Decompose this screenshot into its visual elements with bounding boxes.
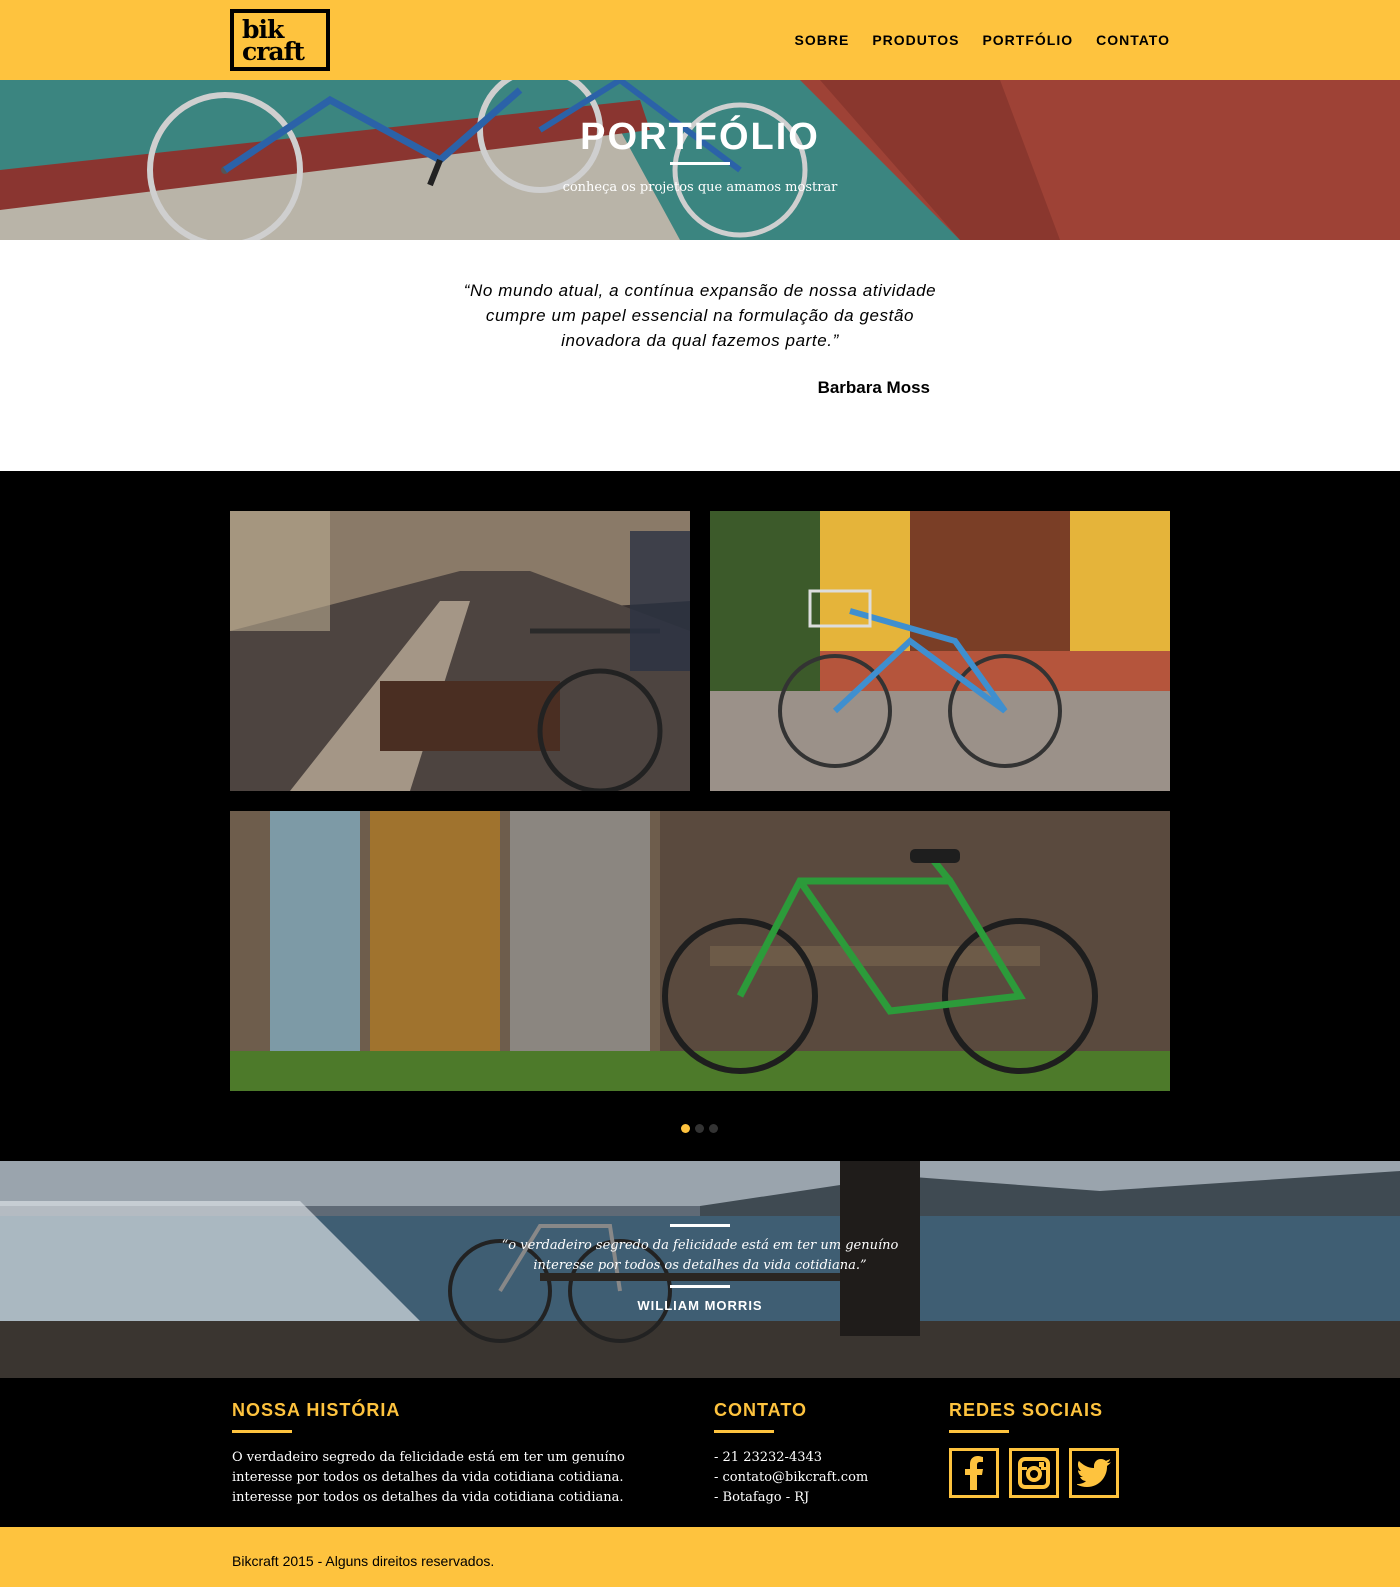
quote-text: “No mundo atual, a contínua expansão de … [463,281,937,350]
nav-link-produtos[interactable]: PRODUTOS [872,32,959,48]
testimonial-quote: “o verdadeiro segredo da felicidade está… [501,1238,899,1273]
social-links [949,1448,1169,1498]
logo-line-2: craft [242,37,305,66]
gallery-photo-street-bike[interactable] [230,511,690,791]
quote-divider-top [670,1224,730,1227]
gallery-photo-green-bike[interactable] [230,811,1170,1091]
footer-contact: CONTATO - 21 23232-4343 - contato@bikcra… [714,1400,914,1508]
contact-address: - Botafago - RJ [714,1490,810,1505]
carousel-dot-3[interactable] [709,1124,718,1133]
page-subtitle: conheça os projetos que amamos mostrar [562,180,838,195]
nav-link-contato[interactable]: CONTATO [1096,32,1170,48]
copyright-bar: Bikcraft 2015 - Alguns direitos reservad… [0,1527,1400,1587]
twitter-icon[interactable] [1069,1448,1119,1498]
site-header: bik craft SOBRE PRODUTOS PORTFÓLIO CONTA… [0,0,1400,80]
footer-contact-title: CONTATO [714,1400,807,1420]
footer-contact-divider [714,1430,774,1433]
hero-banner: PORTFÓLIO conheça os projetos que amamos… [0,80,1400,240]
carousel-dot-2[interactable] [695,1124,704,1133]
footer-history-divider [232,1430,292,1433]
portfolio-gallery [0,471,1400,1161]
footer-social: REDES SOCIAIS [949,1400,1169,1498]
main-nav: SOBRE PRODUTOS PORTFÓLIO CONTATO [795,32,1170,48]
copyright-text: Bikcraft 2015 - Alguns direitos reservad… [232,1553,495,1569]
footer-history-text: O verdadeiro segredo da felicidade está … [232,1450,625,1505]
instagram-icon[interactable] [1009,1448,1059,1498]
quote-section: “No mundo atual, a contínua expansão de … [0,240,1400,471]
hero-bicycle-photo [0,80,1400,240]
site-footer: NOSSA HISTÓRIA O verdadeiro segredo da f… [0,1378,1400,1527]
contact-phone: - 21 23232-4343 [714,1450,823,1465]
quote-author: Barbara Moss [817,378,930,397]
contact-email[interactable]: - contato@bikcraft.com [714,1468,914,1488]
page-title: PORTFÓLIO [580,116,820,158]
footer-social-divider [949,1430,1009,1433]
gallery-photo-blue-bike[interactable] [710,511,1170,791]
nav-link-portfolio[interactable]: PORTFÓLIO [982,32,1073,48]
footer-history-title: NOSSA HISTÓRIA [232,1400,401,1420]
testimonial-banner: “o verdadeiro segredo da felicidade está… [0,1161,1400,1378]
carousel-dot-1[interactable] [681,1124,690,1133]
facebook-icon[interactable] [949,1448,999,1498]
carousel-pagination [681,1124,718,1133]
nav-link-sobre[interactable]: SOBRE [795,32,850,48]
title-divider [670,162,730,165]
testimonial-author: WILLIAM MORRIS [637,1298,763,1313]
footer-social-title: REDES SOCIAIS [949,1400,1104,1420]
footer-contact-list: - 21 23232-4343 - contato@bikcraft.com -… [714,1448,914,1508]
footer-history: NOSSA HISTÓRIA O verdadeiro segredo da f… [232,1400,632,1508]
bikcraft-logo[interactable]: bik craft [230,9,330,71]
quote-divider-bottom [670,1285,730,1288]
